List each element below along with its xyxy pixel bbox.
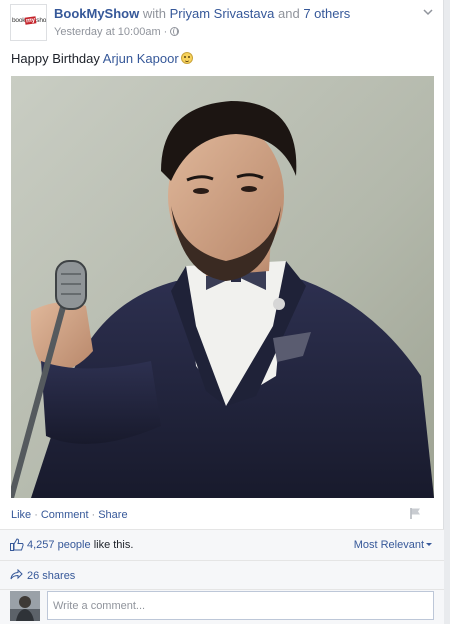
sort-label: Most Relevant [353,539,424,551]
share-action[interactable]: Share [98,509,127,521]
shares-summary: 26 shares [0,561,444,589]
most-relevant-dropdown[interactable]: Most Relevant [354,539,432,551]
post-actions: Like · Comment · Share [11,509,128,521]
post-author-line: BookMyShow with Priyam Srivastava and 7 … [54,6,350,21]
flag-icon[interactable] [409,507,421,519]
chevron-down-icon[interactable] [422,6,434,18]
post-photo[interactable] [11,76,434,498]
user-avatar[interactable] [10,591,40,621]
page-name-link[interactable]: BookMyShow [54,6,139,21]
likes-suffix: like this. [93,539,134,551]
thumbs-up-icon [10,538,24,551]
likes-summary: 4,257 people like this. Most Relevant [0,530,444,560]
message-text: Happy Birthday [11,51,100,66]
others-link[interactable]: 7 others [303,6,350,21]
share-arrow-icon [10,568,23,580]
likes-count: 4,257 people like this. [27,539,133,551]
tagged-person-link[interactable]: Priyam Srivastava [170,6,275,21]
with-text: with [142,6,166,21]
action-separator: · [34,509,38,521]
post-meta: Yesterday at 10:00am · [54,26,180,38]
comment-input[interactable] [47,591,434,620]
post-message: Happy Birthday Arjun Kapoor [11,51,193,66]
page-avatar[interactable]: bookmyshow [10,4,47,41]
like-action[interactable]: Like [11,509,31,521]
post-header: bookmyshow BookMyShow with Priyam Srivas… [10,4,434,41]
photo-illustration [11,76,434,498]
globe-icon[interactable] [170,27,180,36]
timestamp-link[interactable]: Yesterday at 10:00am [54,26,161,38]
meta-separator: · [163,26,168,38]
comment-composer [0,590,444,624]
post-card: bookmyshow BookMyShow with Priyam Srivas… [0,0,444,624]
likes-count-link[interactable]: 4,257 people [27,539,91,551]
and-text: and [277,6,300,21]
shares-link[interactable]: 26 shares [27,570,75,582]
action-separator: · [91,509,96,521]
comment-action[interactable]: Comment [41,509,89,521]
smiley-emoji-icon [180,52,193,64]
mention-link[interactable]: Arjun Kapoor [103,51,179,66]
caret-down-icon [426,543,432,546]
page-logo: bookmyshow [12,16,47,25]
